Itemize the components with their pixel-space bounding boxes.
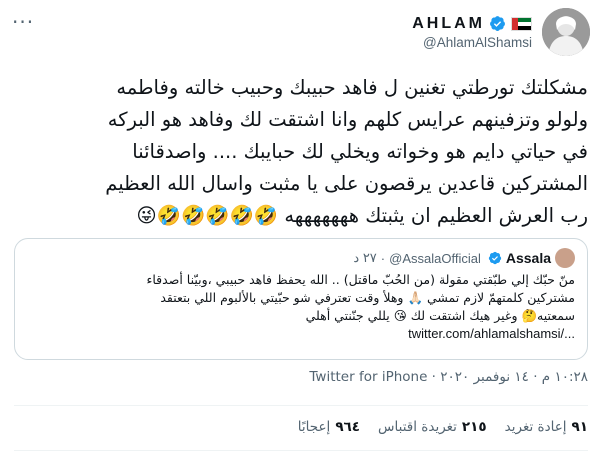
quoted-tweet-text: منّ حبّك إلي طبّقتي مقولة (من الحُبّ ماق… [27, 271, 575, 343]
quoted-line: سمعتيه🤔 وغير هيك اشتقت لك 😘 يللي جنّنتي … [305, 308, 575, 323]
likes-label: إعجابًا [297, 419, 331, 435]
tweet-line: رب العرش العظيم ان يثبتك هههههههه 🤣🤣🤣🤣🤣😜 [136, 204, 588, 227]
quoted-line: مشتركين كلمتهمّ لازم تمشي 🙏🏻 وهلأ وقت تع… [160, 290, 575, 305]
likes-stat[interactable]: ٩٦٤ إعجابًا [298, 419, 360, 435]
likes-count: ٩٦٤ [335, 419, 361, 435]
quoted-tweet-time: ٢٧ د [353, 250, 377, 265]
avatar-photo [542, 8, 590, 56]
author-avatar[interactable] [542, 8, 590, 56]
quotes-count: ٢١٥ [461, 419, 487, 435]
quoted-tweet[interactable]: ٢٧ د · @AssalaOfficial Assala منّ حبّك إ… [14, 238, 588, 360]
quotes-stat[interactable]: ٢١٥ تغريدة اقتباس [378, 419, 487, 435]
quoted-line: منّ حبّك إلي طبّقتي مقولة (من الحُبّ ماق… [146, 272, 575, 287]
tweet-header: AHLAM @AhlamAlShamsi [412, 8, 590, 56]
tweet-line: مشكلتك تورطتي تغنين ل فاهد حبيبك وحبيب خ… [116, 76, 588, 99]
quoted-author-avatar [555, 248, 575, 268]
author-handle[interactable]: @AhlamAlShamsi [423, 35, 532, 50]
tweet-stats: ٩١ إعادة تغريد ٢١٥ تغريدة اقتباس ٩٦٤ إعج… [280, 419, 588, 435]
tweet-text: مشكلتك تورطتي تغنين ل فاهد حبيبك وحبيب خ… [14, 72, 588, 232]
more-options-icon[interactable]: ··· [12, 10, 34, 34]
author-display-name[interactable]: AHLAM [412, 15, 485, 33]
retweets-stat[interactable]: ٩١ إعادة تغريد [505, 419, 588, 435]
author-names: AHLAM @AhlamAlShamsi [412, 15, 532, 50]
tweet-line: المشتركين قاعدين يرقصون على يا مثبت واسا… [105, 172, 588, 195]
tweet-line: ولولو وتزفينهم عرايس كلهم وانا اشتقت لك … [107, 108, 588, 131]
divider [14, 405, 588, 406]
tweet-line: في حياتي دايم هو وخواته ويخلي لك حبايبك … [132, 140, 588, 163]
quoted-tweet-link[interactable]: twitter.com/ahlamalshamsi/... [27, 325, 575, 343]
retweets-label: إعادة تغريد [504, 419, 567, 435]
retweets-count: ٩١ [571, 419, 588, 435]
quoted-author-name: Assala [505, 250, 551, 266]
quoted-author-handle: @AssalaOfficial [389, 250, 481, 266]
uae-flag-icon [511, 16, 532, 31]
quoted-tweet-header: ٢٧ د · @AssalaOfficial Assala [353, 248, 575, 268]
divider [14, 450, 588, 451]
verified-badge-icon [490, 16, 505, 31]
quotes-label: تغريدة اقتباس [378, 419, 457, 435]
tweet-timestamp-source[interactable]: ١٠:٢٨ م · ١٤ نوفمبر ٢٠٢٠ · Twitter for i… [0, 369, 588, 385]
verified-badge-icon [488, 251, 501, 265]
author-name-line[interactable]: AHLAM [412, 15, 532, 33]
